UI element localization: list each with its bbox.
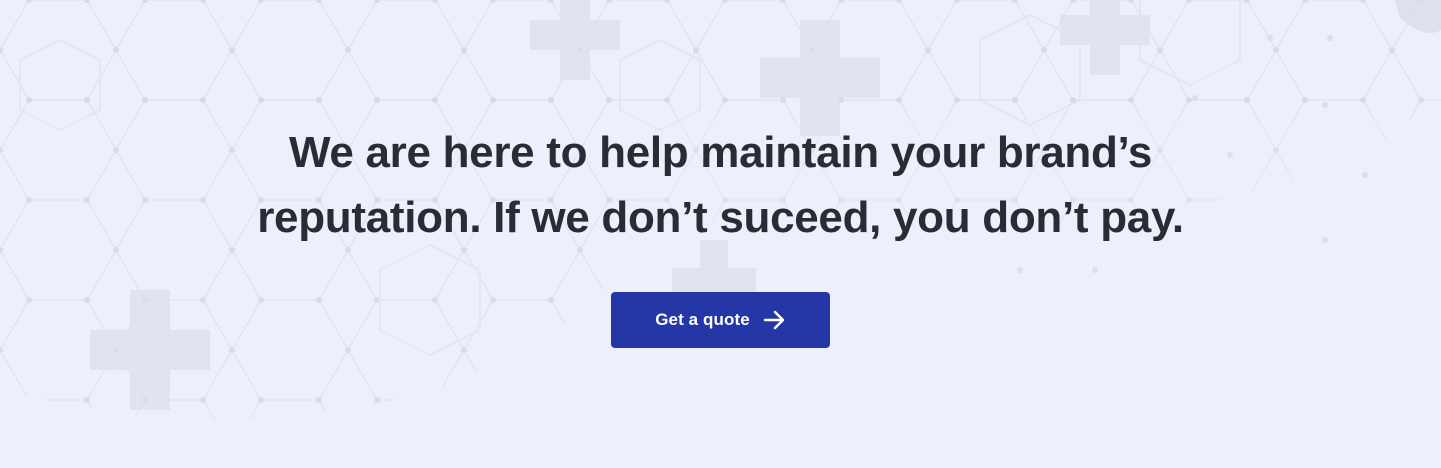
hero-banner: We are here to help maintain your brand’… [0, 0, 1441, 468]
get-a-quote-button[interactable]: Get a quote [611, 292, 830, 348]
hero-headline-line-2: reputation. If we don’t suceed, you don’… [257, 193, 1184, 242]
hero-headline-line-1: We are here to help maintain your brand’… [288, 128, 1153, 177]
hero-headline: We are here to help maintain your brand’… [0, 120, 1441, 250]
arrow-right-icon [762, 308, 786, 332]
get-a-quote-label: Get a quote [655, 310, 750, 329]
